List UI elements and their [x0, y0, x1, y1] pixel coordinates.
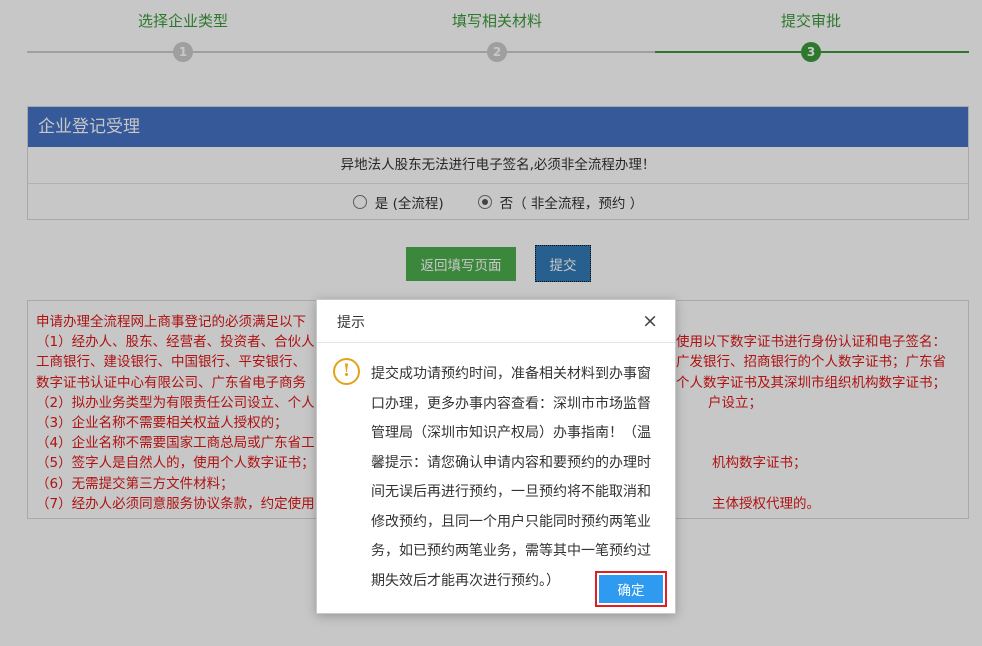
message-line: 管理局（深圳市知识产权局）办事指南！（温 — [371, 425, 651, 441]
message-line: 口办理，更多办事内容查看：深圳市市场监督 — [371, 395, 651, 412]
close-icon[interactable]: × — [642, 311, 658, 331]
message-line: 务，如已预约两笔业务，需等其中一笔预约过 — [371, 543, 651, 559]
confirm-highlight: 确定 — [595, 571, 667, 607]
confirm-button[interactable]: 确定 — [599, 575, 663, 603]
message-line: 馨提示：请您确认申请内容和要预约的办理时 — [371, 454, 651, 471]
alert-dialog: 提示 × ! 提交成功请预约时间，准备相关材料到办事窗 口办理，更多办事内容查看… — [316, 299, 676, 614]
dialog-divider — [317, 342, 675, 343]
warning-icon: ! — [333, 358, 360, 385]
message-line: 提交成功请预约时间，准备相关材料到办事窗 — [371, 366, 651, 382]
dialog-message: 提交成功请预约时间，准备相关材料到办事窗 口办理，更多办事内容查看：深圳市市场监… — [371, 360, 661, 596]
dialog-title: 提示 — [337, 315, 365, 331]
message-line: 间无误后再进行预约，一旦预约将不能取消和 — [371, 484, 651, 500]
message-line: 修改预约，且同一个用户只能同时预约两笔业 — [371, 513, 651, 530]
